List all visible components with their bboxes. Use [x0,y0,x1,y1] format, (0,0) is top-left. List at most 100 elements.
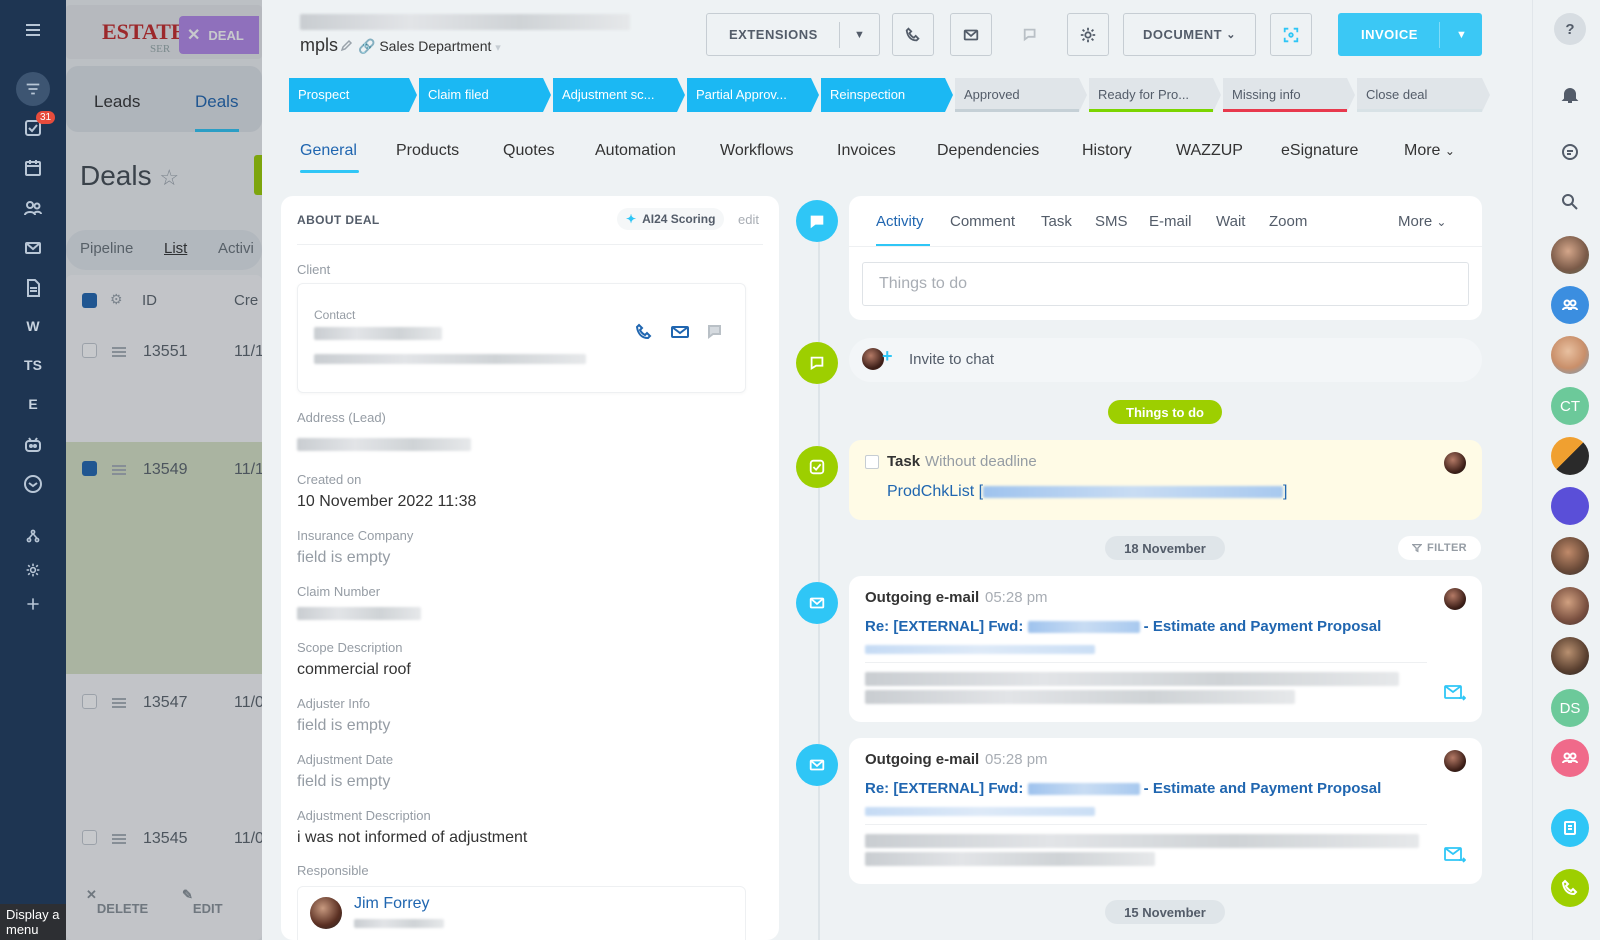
task-checkbox[interactable] [865,455,879,469]
email-subject[interactable]: Re: [EXTERNAL] Fwd: - Estimate and Payme… [865,780,1381,797]
phone-icon[interactable] [634,322,654,345]
timeline-line [818,220,820,940]
call-icon[interactable] [1551,869,1589,907]
sidebar-item-w[interactable]: W [0,318,66,334]
avatar[interactable] [1551,487,1589,525]
contacts-icon[interactable] [0,198,66,218]
chevron-down-circle-icon[interactable] [0,474,66,494]
search-icon[interactable] [1551,183,1589,221]
tab-wazzup[interactable]: WAZZUP [1176,142,1243,160]
reply-mail-icon[interactable] [1444,846,1467,867]
field-label: Address (Lead) [297,410,386,425]
avatar[interactable] [1551,336,1589,374]
avatar-ds[interactable]: DS [1551,689,1589,727]
tab-automation[interactable]: Automation [595,142,676,160]
settings-icon[interactable] [0,562,66,578]
tab-general[interactable]: General [300,142,357,160]
calendar-icon[interactable] [0,158,66,178]
tasks-icon[interactable]: 31 [0,111,66,138]
email-dot-icon [796,744,838,786]
scope-description-value: commercial roof [297,661,411,678]
extensions-button[interactable]: EXTENSIONS ▼ [706,13,880,56]
avatar[interactable] [1444,750,1466,772]
things-to-do-input[interactable] [862,262,1469,306]
deal-title[interactable]: mpls [300,35,338,56]
tab-history[interactable]: History [1082,142,1132,160]
document-icon[interactable] [0,278,66,298]
tab-esignature[interactable]: eSignature [1281,142,1358,160]
avatar[interactable] [310,897,342,929]
tab-more[interactable]: More ⌄ [1398,213,1446,230]
tab-task[interactable]: Task [1041,213,1072,230]
tab-sms[interactable]: SMS [1095,213,1128,230]
avatar[interactable] [1551,236,1589,274]
tab-workflows[interactable]: Workflows [720,142,794,160]
reply-mail-icon[interactable] [1444,684,1467,705]
chat-icon[interactable] [706,322,726,345]
phone-button[interactable] [892,13,934,56]
edit-link[interactable]: edit [738,212,759,227]
avatar[interactable] [1551,537,1589,575]
stage-8[interactable]: Missing info [1223,78,1355,112]
contact-name-redacted[interactable] [314,327,442,340]
ai-icon: ✦ [626,212,637,226]
stage-9[interactable]: Close deal [1357,78,1490,112]
filter-icon[interactable] [0,72,66,106]
notifications-icon[interactable] [1551,76,1589,114]
tab-wait[interactable]: Wait [1216,213,1245,230]
sidebar-item-ts[interactable]: TS [0,357,66,373]
tab-zoom[interactable]: Zoom [1269,213,1307,230]
stage-1[interactable]: Prospect [289,78,417,112]
group-chat-icon[interactable] [1551,286,1589,324]
stage-7[interactable]: Ready for Pro... [1089,78,1221,112]
document-button[interactable]: DOCUMENT ⌄ [1123,13,1256,56]
task-link[interactable]: ProdChkList [] [887,483,1288,501]
invoice-button[interactable]: INVOICE ▼ [1338,13,1482,56]
open-channels-icon[interactable] [1551,809,1589,847]
avatar[interactable] [1551,587,1589,625]
stage-4[interactable]: Partial Approv... [687,78,819,112]
stage-6[interactable]: Approved [955,78,1087,112]
tab-quotes[interactable]: Quotes [503,142,555,160]
mail-icon[interactable] [670,322,690,345]
filter-button[interactable]: FILTER [1398,536,1481,560]
tab-invoices[interactable]: Invoices [837,142,896,160]
tab-activity[interactable]: Activity [876,213,924,230]
tab-email[interactable]: E-mail [1149,213,1192,230]
avatar[interactable] [1551,437,1589,475]
tab-more[interactable]: More ⌄ [1404,142,1455,160]
responsible-name[interactable]: Jim Forrey [354,895,430,913]
email-button[interactable] [950,13,992,56]
avatar-ct[interactable]: CT [1551,387,1589,425]
stage-5[interactable]: Reinspection [821,78,953,112]
tab-comment[interactable]: Comment [950,213,1015,230]
avatar[interactable] [1444,452,1466,474]
sitemap-icon[interactable] [0,528,66,544]
settings-button[interactable] [1067,13,1109,56]
hamburger-menu-icon[interactable] [0,20,66,40]
stage-3[interactable]: Adjustment sc... [553,78,685,112]
email-body-redacted [865,690,1295,704]
ai-scoring-button[interactable]: ✦ AI24 Scoring [617,208,725,230]
tab-dependencies[interactable]: Dependencies [937,142,1039,160]
mail-icon[interactable] [0,238,66,258]
fullscreen-button[interactable] [1270,13,1312,56]
email-subject[interactable]: Re: [EXTERNAL] Fwd: - Estimate and Payme… [865,618,1381,635]
group-icon[interactable] [1551,739,1589,777]
chevron-down-icon[interactable]: ▼ [1456,29,1467,41]
about-deal-card: ABOUT DEAL ✦ AI24 Scoring edit Client Con… [281,196,779,940]
tab-products[interactable]: Products [396,142,459,160]
stage-2[interactable]: Claim filed [419,78,551,112]
avatar[interactable] [1551,637,1589,675]
invite-to-chat-row[interactable]: + Invite to chat [849,338,1482,382]
sidebar-item-e[interactable]: E [0,396,66,412]
help-icon[interactable]: ? [1554,13,1586,45]
robot-icon[interactable] [0,434,66,454]
messenger-icon[interactable] [1551,133,1589,171]
department-selector[interactable]: 🔗 Sales Department ▾ [358,38,501,55]
chevron-down-icon[interactable]: ▼ [854,29,865,41]
avatar[interactable] [1444,588,1466,610]
add-icon[interactable] [0,596,66,612]
chat-button[interactable] [1010,13,1052,56]
pencil-icon[interactable] [340,38,354,52]
